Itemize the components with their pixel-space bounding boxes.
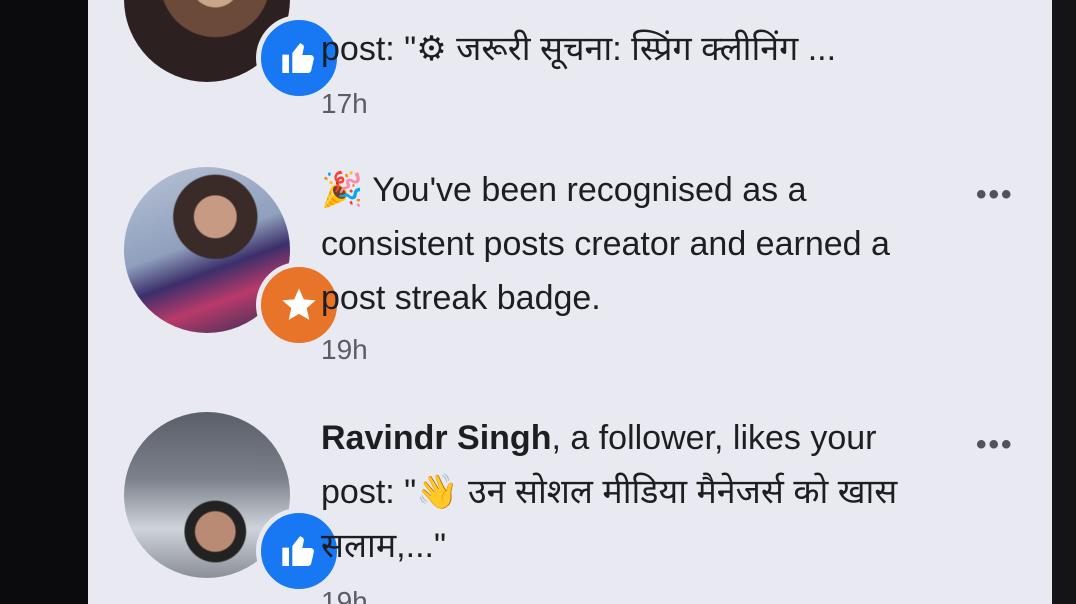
notification-text: 🎉 You've been recognised as a consistent… [321,171,890,317]
notification-time: 19h [321,586,368,604]
more-options-button[interactable]: ••• [976,428,1014,462]
notifications-screen: post: "⚙ जरूरी सूचना: स्प्रिंग क्लीनिंग … [88,0,1052,604]
like-icon [282,536,314,566]
star-icon [282,288,316,320]
notification-text: Ravindr Singh, a follower, likes your po… [321,419,898,565]
user-name[interactable]: Ravindr Singh [321,419,551,457]
more-options-button[interactable]: ••• [976,178,1014,212]
like-icon [282,43,314,73]
notification-time: 17h [321,88,368,119]
party-popper-icon: 🎉 [321,171,364,209]
notification-text: post: "⚙ जरूरी सूचना: स्प्रिंग क्लीनिंग … [321,30,837,68]
device-bezel [1052,0,1076,604]
notification-time: 19h [321,334,368,365]
